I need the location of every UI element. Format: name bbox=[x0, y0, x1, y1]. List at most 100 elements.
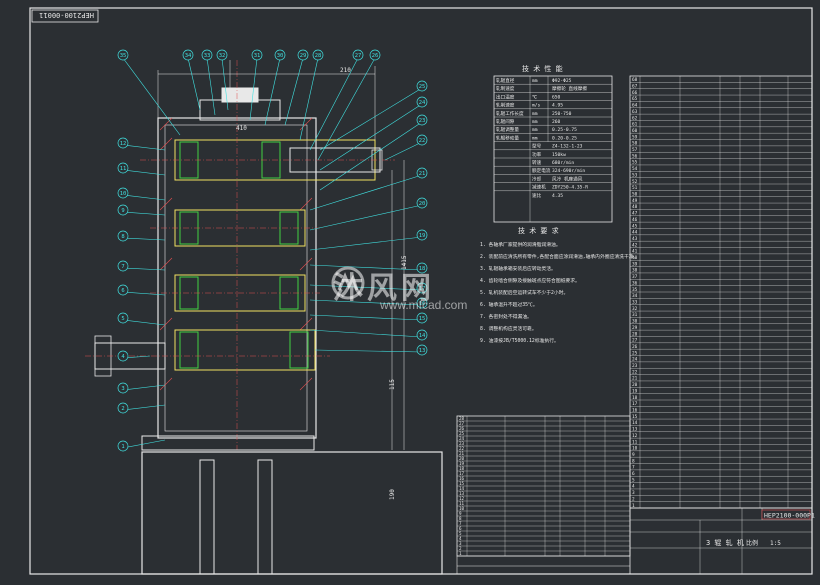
spec-value: 0.25-0.75 bbox=[552, 127, 577, 133]
spec-value: 650 bbox=[552, 94, 561, 100]
part-balloon: 2 bbox=[117, 402, 129, 414]
motor-spec-value: Z4-132-1-23 bbox=[552, 144, 583, 150]
part-balloon: 10 bbox=[117, 187, 129, 199]
balloon-label: 35 bbox=[120, 53, 127, 59]
spec-unit: mm bbox=[532, 136, 538, 141]
bom-right-index: 54 bbox=[632, 166, 638, 172]
part-balloon: 19 bbox=[416, 229, 428, 241]
bom-right-index: 6 bbox=[632, 471, 635, 477]
motor-spec-name: 额定电流 bbox=[532, 167, 551, 174]
spec-name: 轧辊直径 bbox=[496, 77, 515, 84]
bom-right-index: 29 bbox=[632, 325, 638, 331]
bom-right-index: 38 bbox=[632, 268, 638, 274]
bom-right-index: 20 bbox=[632, 382, 638, 388]
bom-right-index: 21 bbox=[632, 376, 638, 382]
leader-lines bbox=[122, 57, 423, 449]
part-balloon: 25 bbox=[416, 80, 428, 92]
bom-right-index: 11 bbox=[632, 439, 638, 445]
bom-right-index: 47 bbox=[632, 211, 638, 217]
watermark-url: www.mfcad.com bbox=[380, 298, 468, 312]
spec-value: 260 bbox=[552, 119, 561, 125]
balloon-label: 9 bbox=[121, 208, 124, 214]
balloon-label: 25 bbox=[419, 84, 426, 90]
tech-req-line: 1. 各轴承厂家提供的润滑脂润滑油。 bbox=[480, 241, 561, 248]
balloon-label: 3 bbox=[121, 386, 124, 392]
bom-right-index: 22 bbox=[632, 369, 638, 375]
bom-right-index: 42 bbox=[632, 242, 638, 248]
bom-right: 6867666564636261605958575655545352515049… bbox=[629, 75, 813, 509]
tech-requirements: 技 术 要 求 1. 各轴承厂家提供的润滑脂润滑油。 2. 装配前应清洗所有零件,… bbox=[480, 226, 638, 344]
balloon-label: 32 bbox=[219, 53, 226, 59]
bom-right-index: 8 bbox=[632, 458, 635, 464]
part-balloon: 30 bbox=[274, 49, 286, 61]
part-balloon: 13 bbox=[416, 344, 428, 356]
part-balloon: 20 bbox=[416, 197, 428, 209]
balloon-label: 2 bbox=[121, 406, 124, 412]
motor-spec-name: 功率 bbox=[532, 151, 542, 158]
bom-right-index: 33 bbox=[632, 300, 638, 306]
part-balloon: 26 bbox=[369, 49, 381, 61]
bom-right-index: 43 bbox=[632, 236, 638, 242]
bom-right-index: 14 bbox=[632, 420, 638, 426]
dim-d3: 115 bbox=[389, 379, 396, 390]
bom-right-index: 9 bbox=[632, 452, 635, 458]
spec-value: 4.95 bbox=[552, 103, 563, 109]
bom-right-index: 57 bbox=[632, 147, 638, 153]
dim-d6: 190 bbox=[389, 489, 396, 500]
tech-spec-table: 技 术 性 能 轧辊直径 mm Φ92-Φ25 轧制速度 摩擦轮 直线摩擦出口温度 ℃ 65… bbox=[493, 64, 613, 223]
part-balloon: 14 bbox=[416, 329, 428, 341]
balloon-label: 24 bbox=[419, 100, 426, 106]
spec-name: 轧辊调整量 bbox=[496, 126, 519, 133]
bom-right-index: 55 bbox=[632, 160, 638, 166]
bom-right-index: 32 bbox=[632, 306, 638, 312]
motor-spec-name: 转速 bbox=[532, 159, 542, 166]
drawing-sheet: HEP2100-00011 210 410 115 1415 190 35 34… bbox=[0, 0, 820, 581]
bom-right-index: 45 bbox=[632, 223, 638, 229]
part-balloon: 31 bbox=[251, 49, 263, 61]
bom-right-index: 51 bbox=[632, 185, 638, 191]
balloon-label: 14 bbox=[419, 333, 426, 339]
spec-unit: ℃ bbox=[532, 94, 538, 100]
motor-spec-value: ZDY250-4.35-R bbox=[552, 185, 588, 191]
bom-right-index: 60 bbox=[632, 128, 638, 134]
bom-right-index: 61 bbox=[632, 122, 638, 128]
spec-value: 250-750 bbox=[552, 111, 572, 117]
motor-spec-value: 150kw bbox=[552, 152, 566, 158]
scale-value: 1:5 bbox=[770, 540, 781, 547]
part-balloon: 32 bbox=[216, 49, 228, 61]
spec-name: 出口温度 bbox=[496, 93, 515, 100]
bom-right-index: 65 bbox=[632, 96, 638, 102]
tech-req-line: 5. 轧机装配后空运转试车不少于2小时。 bbox=[480, 289, 568, 296]
title-block-name: 3 辊 轧 机 bbox=[706, 538, 744, 547]
bom-right-index: 53 bbox=[632, 172, 638, 178]
spec-unit: mm bbox=[532, 128, 538, 133]
bom-right-index: 7 bbox=[632, 465, 635, 471]
balloon-label: 26 bbox=[372, 53, 379, 59]
balloon-label: 20 bbox=[419, 201, 426, 207]
motor-spec-value: 680r/min bbox=[552, 160, 574, 166]
tech-req-line: 4. 齿轮啮合侧隙及接触斑点应符合图纸要求。 bbox=[480, 277, 580, 284]
scale-label: 比例 bbox=[746, 539, 758, 547]
part-balloon: 29 bbox=[297, 49, 309, 61]
balloon-label: 11 bbox=[120, 166, 127, 172]
bom-right-index: 24 bbox=[632, 357, 638, 363]
bom-mid-index: 1 bbox=[459, 551, 462, 556]
balloon-label: 1 bbox=[121, 444, 124, 450]
bom-right-index: 36 bbox=[632, 280, 638, 286]
part-balloon: 35 bbox=[117, 49, 129, 61]
bom-right-index: 34 bbox=[632, 293, 638, 299]
balloon-label: 7 bbox=[121, 264, 124, 270]
dim-d2: 410 bbox=[236, 125, 247, 132]
bom-right-index: 63 bbox=[632, 109, 638, 115]
bom-right-index: 39 bbox=[632, 261, 638, 267]
motor-spec-value: 324-690r/min bbox=[552, 168, 585, 174]
bom-middle: 2827262524232221201918171615141312111098… bbox=[456, 415, 631, 557]
bom-right-index: 10 bbox=[632, 446, 638, 452]
balloon-label: 34 bbox=[185, 53, 192, 59]
bom-right-index: 50 bbox=[632, 192, 638, 198]
assembly-view: 210 410 115 1415 190 bbox=[85, 60, 443, 575]
motor-spec-value: 风冷 机座通风 bbox=[552, 175, 583, 182]
tech-req-line: 9. 油漆按JB/T5000.12标准执行。 bbox=[480, 337, 559, 344]
bom-right-index: 13 bbox=[632, 427, 638, 433]
balloon-label: 27 bbox=[355, 53, 362, 59]
